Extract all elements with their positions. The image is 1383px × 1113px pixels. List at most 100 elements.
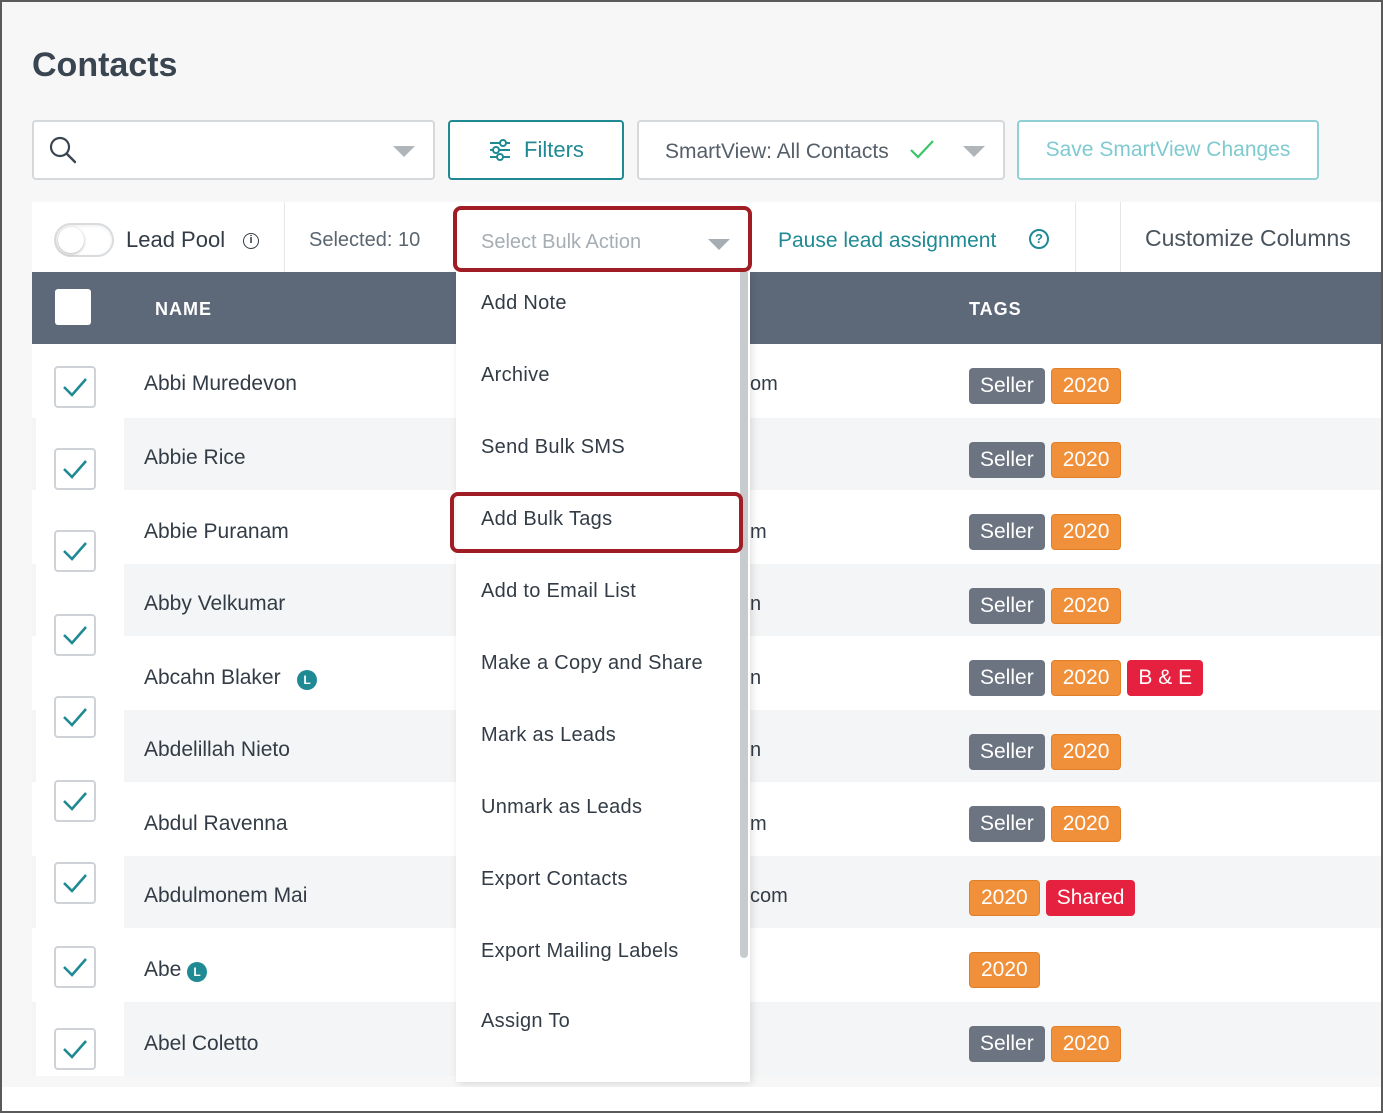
contact-name[interactable]: Abbi Muredevon (144, 372, 297, 396)
column-header-tags[interactable]: TAGS (969, 299, 1022, 320)
checkmark-icon (63, 460, 87, 479)
contact-name[interactable]: Abdulmonem Mai (144, 884, 307, 908)
toolbar-divider (1075, 202, 1076, 272)
checkmark-icon (63, 958, 87, 977)
tag-badge[interactable]: Seller (969, 588, 1045, 624)
row-checkbox[interactable] (54, 530, 96, 572)
bulk-action-menu: Add Note Archive Send Bulk SMS Add Bulk Tag… (456, 272, 750, 1082)
contact-name[interactable]: Abcahn Blaker (144, 666, 281, 690)
tag-list: 2020 (969, 952, 1040, 988)
search-box[interactable] (32, 120, 435, 180)
page-title: Contacts (32, 46, 178, 84)
pause-lead-assignment-link[interactable]: Pause lead assignment (778, 229, 996, 253)
contact-name[interactable]: Abdul Ravenna (144, 812, 288, 836)
tag-badge[interactable]: Seller (969, 660, 1045, 696)
tag-badge[interactable]: Seller (969, 734, 1045, 770)
search-dropdown-chevron-icon[interactable] (393, 146, 415, 157)
lead-pool-toggle[interactable] (54, 223, 114, 257)
smartview-label: SmartView: All Contacts (665, 140, 889, 163)
column-header-name[interactable]: NAME (155, 299, 212, 320)
tag-badge[interactable]: Seller (969, 514, 1045, 550)
bulk-menu-item[interactable]: Export Contacts (481, 868, 628, 891)
toolbar-divider (284, 202, 285, 272)
row-checkbox[interactable] (54, 614, 96, 656)
tag-badge[interactable]: B & E (1127, 660, 1204, 696)
row-checkbox[interactable] (54, 448, 96, 490)
tag-list: Seller 2020 (969, 514, 1122, 550)
bulk-menu-item[interactable]: Add Note (481, 292, 567, 315)
checkmark-icon (63, 874, 87, 893)
tag-badge[interactable]: Seller (969, 806, 1045, 842)
tag-badge[interactable]: 2020 (1050, 588, 1122, 624)
contact-name[interactable]: Abbie Rice (144, 446, 246, 470)
tag-badge[interactable]: 2020 (1050, 806, 1122, 842)
select-all-checkbox[interactable] (55, 289, 91, 325)
page-bottom (2, 1087, 1381, 1111)
contact-email[interactable]: n (750, 739, 761, 762)
help-icon[interactable]: ? (1029, 229, 1049, 249)
contact-email[interactable]: m (750, 813, 767, 836)
menu-scrollbar[interactable] (740, 272, 748, 958)
tag-badge[interactable]: 2020 (969, 952, 1040, 988)
save-smartview-button[interactable]: Save SmartView Changes (1017, 120, 1319, 180)
contacts-toolbar: Lead Pool i Selected: 10 Select Bulk Act… (32, 202, 1381, 272)
toolbar-divider (1120, 202, 1121, 272)
tag-badge[interactable]: 2020 (1050, 660, 1122, 696)
tag-badge[interactable]: 2020 (969, 880, 1040, 916)
row-checkbox[interactable] (54, 780, 96, 822)
bulk-menu-item[interactable]: Make a Copy and Share (481, 652, 703, 675)
tag-badge[interactable]: Seller (969, 1026, 1045, 1062)
tag-badge[interactable]: 2020 (1050, 442, 1122, 478)
contact-email[interactable]: n (750, 593, 761, 616)
row-checkbox[interactable] (54, 862, 96, 904)
bulk-action-select[interactable]: Select Bulk Action (457, 207, 752, 271)
tag-badge[interactable]: 2020 (1050, 514, 1122, 550)
contact-email[interactable]: com (750, 885, 788, 908)
tag-list: Seller 2020 (969, 734, 1122, 770)
search-icon (49, 136, 77, 164)
filters-button[interactable]: Filters (448, 120, 624, 180)
checkmark-icon (63, 542, 87, 561)
check-icon (910, 140, 934, 159)
tag-badge[interactable]: 2020 (1050, 1026, 1122, 1062)
row-checkbox[interactable] (54, 1028, 96, 1070)
customize-columns-button[interactable]: Customize Columns (1145, 225, 1351, 252)
tag-badge[interactable]: Seller (969, 442, 1045, 478)
search-input[interactable] (90, 132, 350, 168)
row-checkbox[interactable] (54, 366, 96, 408)
tag-badge[interactable]: Seller (969, 368, 1045, 404)
tag-badge[interactable]: Shared (1045, 880, 1136, 916)
bulk-menu-item[interactable]: Add Bulk Tags (481, 508, 612, 531)
smartview-select[interactable]: SmartView: All Contacts (637, 120, 1005, 180)
bulk-menu-item[interactable]: Assign To (481, 1010, 570, 1033)
contact-name[interactable]: Abdelillah Nieto (144, 738, 290, 762)
smartview-chevron-down-icon (963, 146, 985, 157)
info-icon[interactable]: i (243, 233, 259, 249)
row-checkbox[interactable] (54, 696, 96, 738)
lead-pool-label: Lead Pool (126, 227, 226, 252)
contact-email[interactable]: n (750, 667, 761, 690)
row-checkbox[interactable] (54, 946, 96, 988)
contact-name[interactable]: Abe (144, 958, 181, 982)
tag-list: Seller 2020 (969, 368, 1122, 404)
app-frame: Contacts Filters SmartView: All Contacts… (0, 0, 1383, 1113)
contact-email[interactable]: m (750, 521, 767, 544)
contact-email[interactable]: om (750, 373, 778, 396)
selected-count: Selected: 10 (309, 229, 421, 251)
bulk-menu-item[interactable]: Add to Email List (481, 580, 636, 603)
tag-badge[interactable]: 2020 (1050, 734, 1122, 770)
tag-badge[interactable]: 2020 (1050, 368, 1122, 404)
tag-list: Seller 2020 (969, 588, 1122, 624)
checkmark-icon (63, 792, 87, 811)
bulk-menu-item[interactable]: Export Mailing Labels (481, 940, 679, 963)
contact-name[interactable]: Abel Coletto (144, 1032, 258, 1056)
bulk-menu-item[interactable]: Archive (481, 364, 550, 387)
contact-name[interactable]: Abbie Puranam (144, 520, 289, 544)
lead-badge-icon: L (297, 670, 317, 690)
contact-name[interactable]: Abby Velkumar (144, 592, 285, 616)
bulk-menu-item[interactable]: Mark as Leads (481, 724, 616, 747)
tag-list: 2020 Shared (969, 880, 1136, 916)
bulk-menu-item[interactable]: Send Bulk SMS (481, 436, 625, 459)
bulk-menu-item[interactable]: Unmark as Leads (481, 796, 642, 819)
bulk-action-chevron-down-icon (708, 239, 730, 250)
